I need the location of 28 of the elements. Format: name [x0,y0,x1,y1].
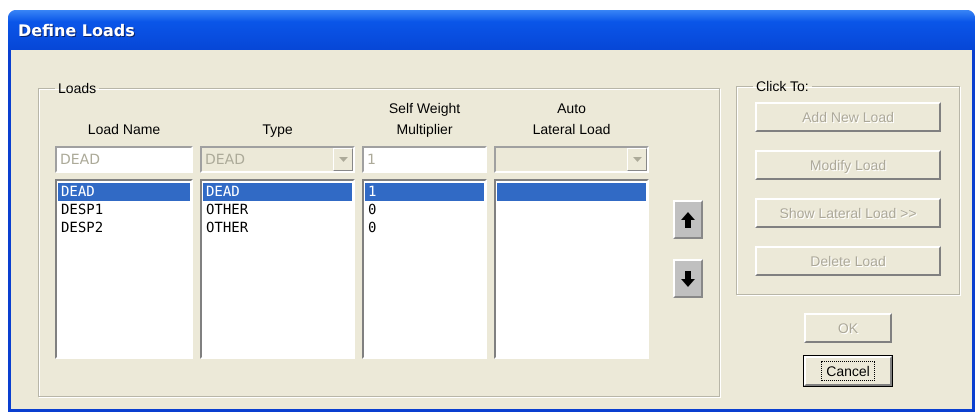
list-item[interactable]: OTHER [203,219,352,237]
move-down-button[interactable] [673,259,703,298]
list-item[interactable]: OTHER [203,201,352,219]
column-header: Self Weight Multiplier [388,99,462,139]
dropdown[interactable] [494,146,649,173]
list-item[interactable]: 0 [365,201,484,219]
window-title: Define Loads [18,20,135,40]
list-box[interactable]: 1 0 0 [362,179,487,359]
dropdown-arrow-icon [338,157,348,162]
list-item[interactable]: DESP2 [58,219,190,237]
down-arrow-icon [681,270,695,286]
column-header: Type [261,120,294,139]
list-item[interactable]: DEAD [58,183,190,201]
dialog-button[interactable]: Cancel [804,356,892,386]
dropdown-arrow-icon [632,157,642,162]
list-box[interactable]: DEAD DESP1 DESP2 [55,179,193,359]
move-up-button[interactable] [673,200,703,239]
column-header: Auto Lateral Load [532,99,612,139]
column-header: Load Name [86,120,162,139]
list-item[interactable]: 1 [365,183,484,201]
list-item[interactable]: DEAD [203,183,352,201]
list-item[interactable]: DESP1 [58,201,190,219]
list-box[interactable]: DEAD OTHER OTHER [200,179,355,359]
group-label: Click To: [755,78,810,94]
list-item[interactable]: 0 [365,219,484,237]
list-box[interactable] [494,179,649,359]
group-label: Loads [57,80,98,96]
up-arrow-icon [681,212,695,228]
